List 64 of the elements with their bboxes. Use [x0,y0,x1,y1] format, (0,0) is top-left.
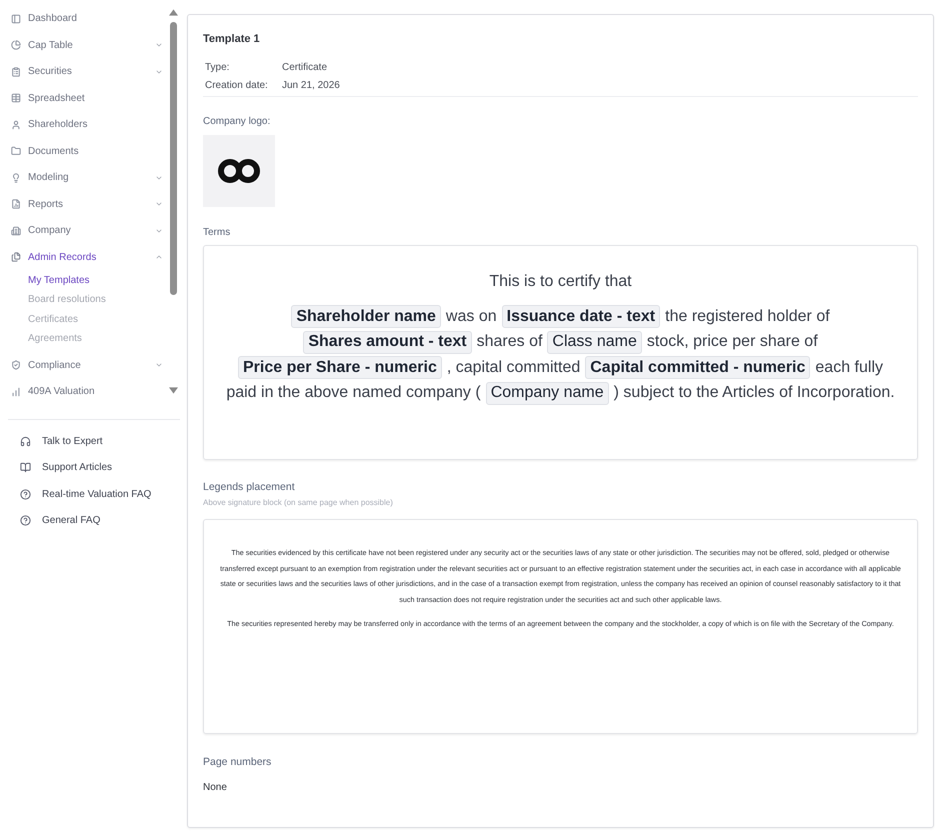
sidebar-item[interactable]: Admin Records [0,244,166,271]
scroll-up-arrow-icon[interactable] [168,9,178,16]
folder-icon [11,146,21,156]
detail-value: Certificate [282,61,328,75]
section-label: Terms [203,226,232,240]
person-icon [11,120,21,130]
report-icon [11,199,21,210]
certificate-text: each fully [815,358,883,378]
sidebar-item[interactable]: Shareholders [0,112,166,138]
sidebar-subitem[interactable]: My Templates [0,270,166,290]
certificate-heading: This is to certify that [489,272,632,292]
building-icon [11,226,21,236]
merge-field-tag[interactable]: Class name [547,330,642,354]
sidebar-item[interactable]: 409A Valuation [0,378,166,406]
sidebar-item[interactable]: Company [0,218,166,244]
logo-icon [218,159,260,183]
book-icon [20,462,31,473]
certificate-text: shares of [476,332,542,352]
documents-icon [11,252,21,262]
sidebar-item[interactable]: Securities [0,58,166,86]
help-icon [20,488,31,500]
help-link[interactable]: Talk to Expert [0,428,187,454]
section-label: Company logo: [203,115,272,129]
section-label: Page numbers [203,755,272,769]
scroll-down-arrow-icon[interactable] [168,387,178,394]
sidebar-item[interactable]: Dashboard [0,6,166,32]
certificate-text: ) subject to the Articles of Incorporation. [614,383,895,404]
merge-field-tag[interactable]: Shares amount - text [303,330,472,354]
sidebar-item[interactable]: Documents [0,138,166,165]
clipboard-icon [11,66,21,77]
sidebar-item[interactable]: Spreadsheet [0,85,166,112]
sidebar-item[interactable]: Compliance [0,352,166,379]
certificate-text: stock, price per share of [646,332,818,352]
section-label: Legends placement [203,480,296,494]
merge-field-tag[interactable]: Shareholder name [291,305,441,328]
merge-field-tag[interactable]: Capital committed - numeric [585,356,810,380]
panel-icon [11,14,21,24]
detail-value: Jun 21, 2026 [282,79,341,93]
headphones-icon [20,436,31,446]
certificate-text: was on [446,306,497,327]
template-title: Template 1 [203,32,261,47]
certificate-text: the registered holder of [665,306,830,327]
help-link[interactable]: Real-time Valuation FAQ [0,480,187,508]
page-numbers-value: None [203,781,228,795]
scrollbar-thumb[interactable] [170,22,176,295]
table-icon [11,93,21,104]
detail-label: Creation date: [205,79,269,93]
sidebar-item[interactable]: Cap Table [0,32,166,59]
bar-chart-icon [11,386,21,397]
detail-label: Type: [205,61,230,75]
lightbulb-icon [11,172,21,183]
sidebar-item[interactable]: Modeling [0,164,166,192]
help-link[interactable]: General FAQ [0,507,187,534]
section-hint: Above signature block (on same page when possible) [203,497,394,509]
shield-icon [11,360,21,370]
merge-field-tag[interactable]: Price per Share - numeric [238,356,442,380]
help-link[interactable]: Support Articles [0,454,187,481]
help-icon [20,515,31,526]
merge-field-tag[interactable]: Issuance date - text [502,305,660,328]
merge-field-tag[interactable]: Company name [486,382,609,405]
pie-chart-icon [11,40,21,50]
certificate-text: paid in the above named company ( [226,383,481,404]
certificate-text: , capital committed [446,358,580,378]
sidebar-item[interactable]: Reports [0,191,166,218]
